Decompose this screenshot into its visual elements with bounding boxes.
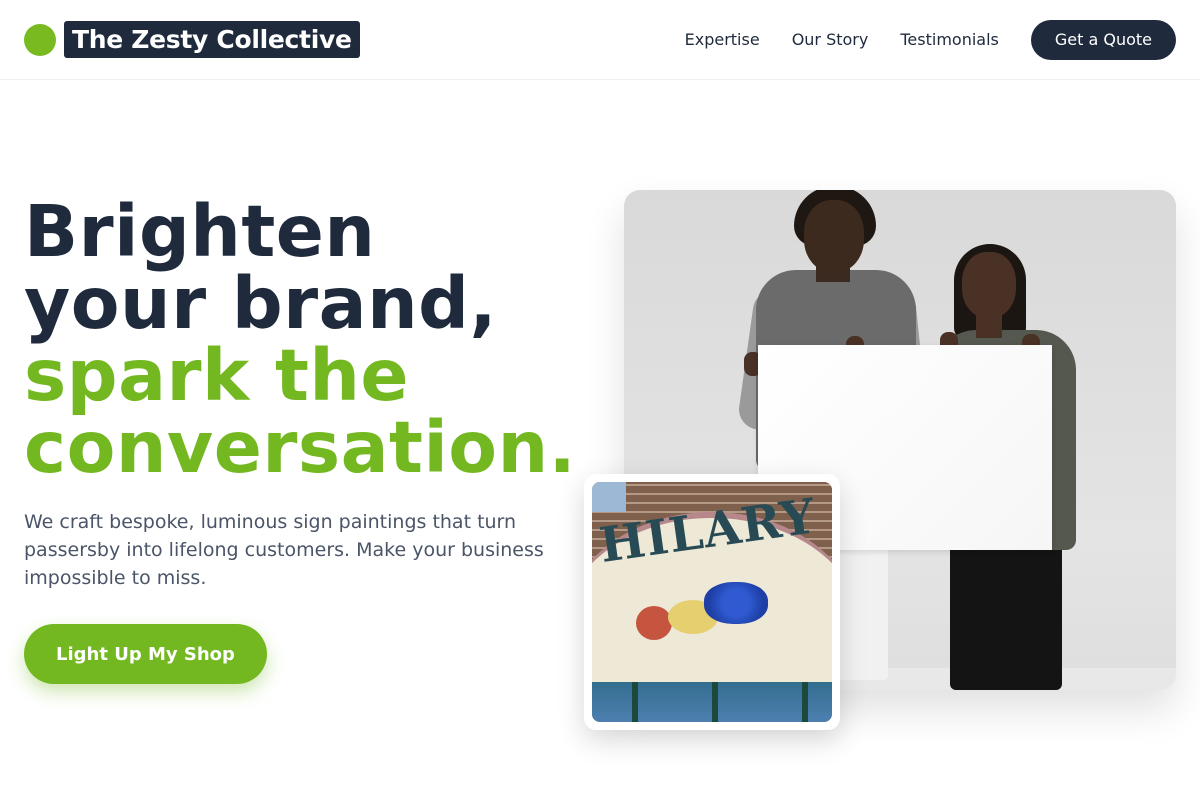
nav-link-our-story[interactable]: Our Story: [792, 30, 869, 49]
hero-title-line-3: spark the: [24, 334, 410, 417]
inset-photo-card: HILARY: [584, 474, 840, 730]
hero-title: Brighten your brand, spark the conversat…: [24, 196, 614, 484]
hero-title-line-1: Brighten: [24, 190, 376, 273]
inset-photo-painted-sign: HILARY: [592, 482, 832, 722]
get-a-quote-button[interactable]: Get a Quote: [1030, 19, 1176, 60]
brand-logo[interactable]: The Zesty Collective: [24, 21, 360, 58]
brand-name: The Zesty Collective: [64, 21, 360, 58]
brand-logo-dot-icon: [24, 23, 56, 56]
main-nav: Expertise Our Story Testimonials Get a Q…: [653, 19, 1176, 60]
light-up-my-shop-button[interactable]: Light Up My Shop: [24, 624, 267, 684]
nav-link-expertise[interactable]: Expertise: [685, 30, 760, 49]
hero-title-line-2: your brand,: [24, 262, 497, 345]
hero-description: We craft bespoke, luminous sign painting…: [24, 511, 544, 589]
site-header: The Zesty Collective Expertise Our Story…: [0, 0, 1200, 80]
hero-title-line-4: conversation.: [24, 406, 577, 489]
nav-link-testimonials[interactable]: Testimonials: [900, 30, 999, 49]
